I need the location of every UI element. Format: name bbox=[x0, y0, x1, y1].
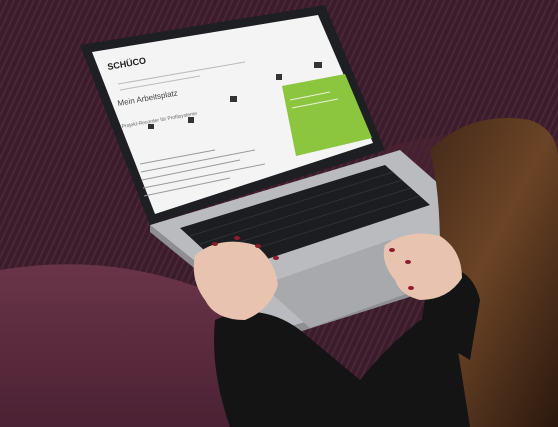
laptop-photo: SCHÜCO Mein Arbeitsplatz Projekt-Recorde… bbox=[0, 0, 558, 427]
